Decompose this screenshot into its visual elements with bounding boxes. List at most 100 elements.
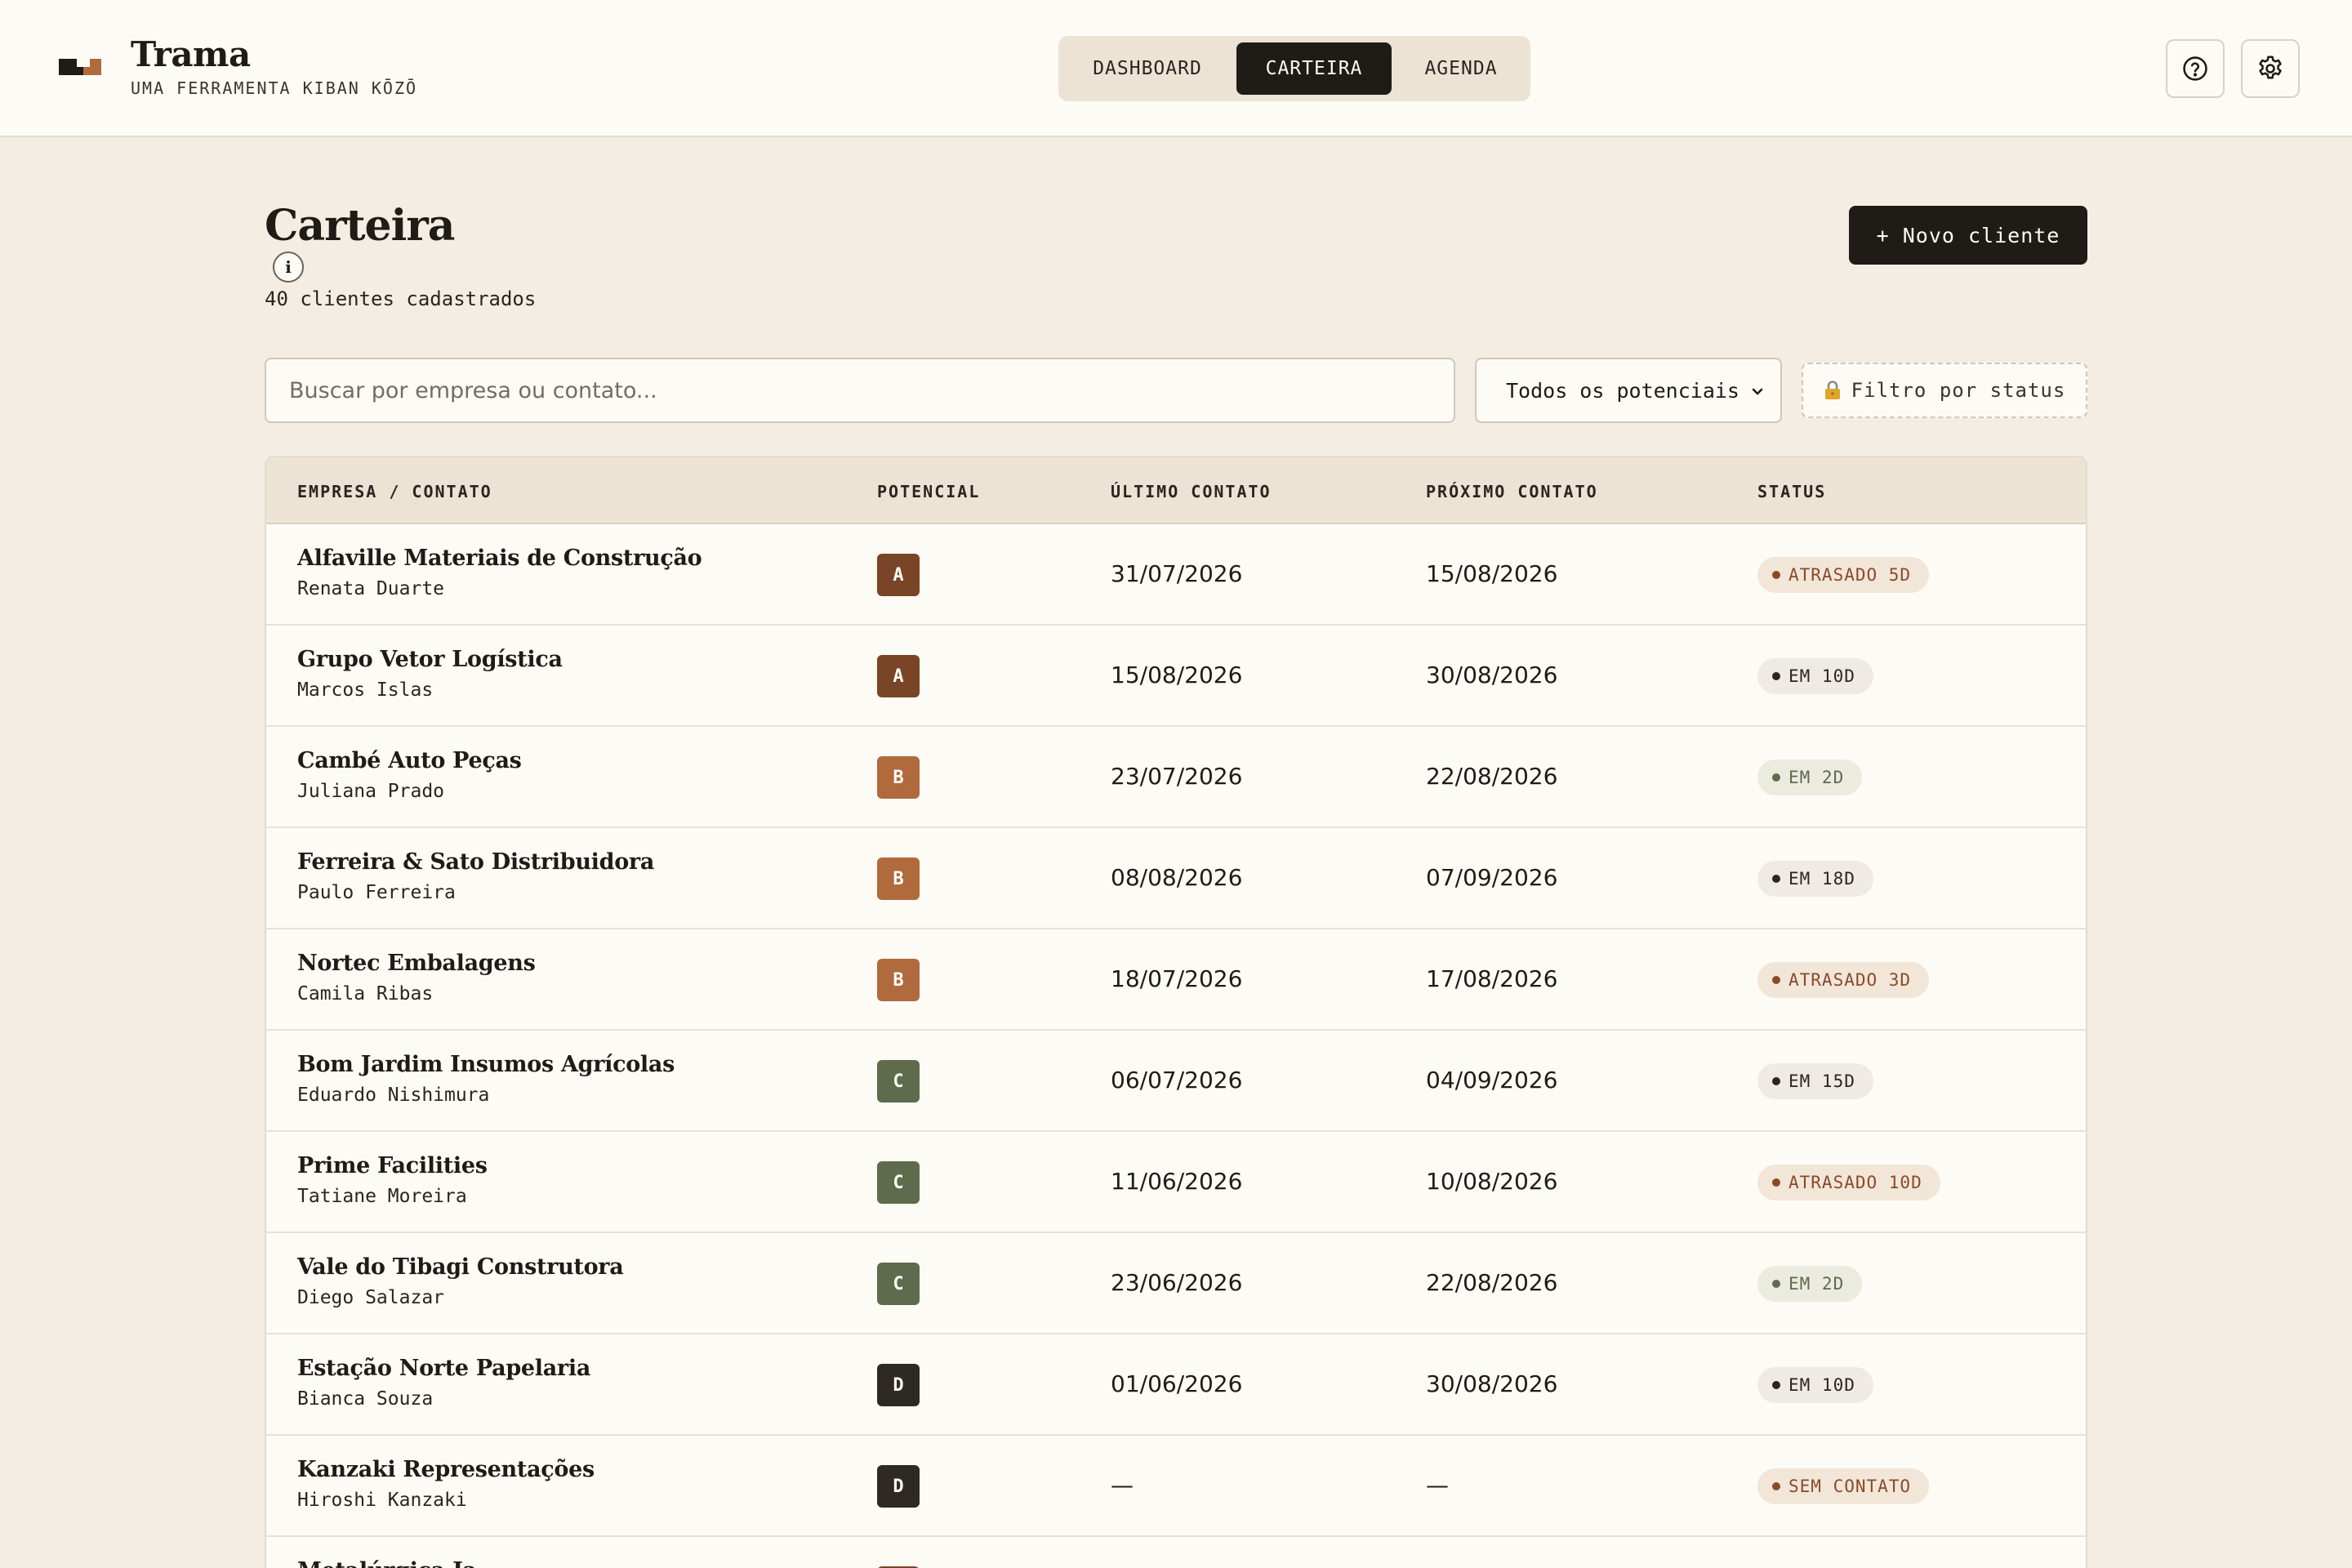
table-row[interactable]: Bom Jardim Insumos Agrícolas Eduardo Nish… (266, 1031, 2086, 1132)
contact-name: Bianca Souza (297, 1388, 434, 1410)
company-name[interactable]: Alfaville Materiais de Construção (297, 546, 702, 571)
contact-name: Hiroshi Kanzaki (297, 1490, 467, 1511)
brand-name: Trama (131, 34, 251, 74)
contact-name: Renata Duarte (297, 578, 445, 599)
help-button[interactable] (2166, 39, 2225, 98)
potential-badge: C (877, 1060, 920, 1102)
last-contact-date: 06/07/2026 (1111, 1067, 1243, 1094)
lock-icon (1824, 381, 1840, 399)
column-header-status[interactable]: STATUS (1757, 482, 1826, 501)
status-badge: EM 2D (1757, 760, 1863, 795)
status-badge: ATRASADO 5D (1757, 557, 1930, 593)
logo-icon (59, 57, 101, 77)
new-client-button[interactable]: + Novo cliente (1849, 206, 2087, 265)
last-contact-date: 15/08/2026 (1111, 662, 1243, 688)
company-name[interactable]: Metalúrgica Ja (297, 1558, 477, 1568)
company-name[interactable]: Kanzaki Representações (297, 1457, 595, 1482)
next-contact-date: 15/08/2026 (1426, 560, 1558, 587)
tab-agenda[interactable]: AGENDA (1403, 42, 1519, 95)
next-contact-date: 04/09/2026 (1426, 1067, 1558, 1094)
status-dot-icon (1772, 1077, 1780, 1085)
last-contact-date: 11/06/2026 (1111, 1168, 1243, 1195)
status-badge: ATRASADO 3D (1757, 962, 1930, 998)
status-dot-icon (1772, 672, 1780, 680)
status-text: EM 2D (1788, 1274, 1845, 1294)
status-badge: EM 10D (1757, 1367, 1873, 1403)
status-dot-icon (1772, 1381, 1780, 1389)
status-filter: Filtro por status (1802, 363, 2087, 418)
status-badge: EM 15D (1757, 1063, 1873, 1099)
potential-select-value: Todos os potenciais (1506, 378, 1740, 403)
table-row[interactable]: Alfaville Materiais de Construção Renata … (266, 524, 2086, 626)
status-text: EM 10D (1788, 666, 1855, 686)
company-name[interactable]: Vale do Tibagi Construtora (297, 1254, 624, 1280)
table-row[interactable]: Estação Norte Papelaria Bianca Souza D 01/0… (266, 1334, 2086, 1436)
company-name[interactable]: Prime Facilities (297, 1153, 488, 1178)
contact-name: Marcos Islas (297, 679, 434, 701)
chevron-down-icon (1752, 388, 1763, 395)
company-name[interactable]: Bom Jardim Insumos Agrícolas (297, 1052, 675, 1077)
status-dot-icon (1772, 1482, 1780, 1490)
status-text: ATRASADO 3D (1788, 970, 1912, 990)
next-contact-date: 07/09/2026 (1426, 864, 1558, 891)
potential-badge: D (877, 1465, 920, 1508)
settings-button[interactable] (2241, 39, 2300, 98)
next-contact-date: 22/08/2026 (1426, 763, 1558, 790)
status-filter-label: Filtro por status (1851, 379, 2066, 402)
table-row[interactable]: Cambé Auto Peças Juliana Prado B 23/07/2026… (266, 727, 2086, 828)
status-dot-icon (1772, 1280, 1780, 1288)
table-row[interactable]: Vale do Tibagi Construtora Diego Salazar C… (266, 1233, 2086, 1334)
next-contact-date: 17/08/2026 (1426, 965, 1558, 992)
table-row[interactable]: Ferreira & Sato Distribuidora Paulo Ferre… (266, 828, 2086, 929)
potential-badge: A (877, 655, 920, 697)
status-badge: EM 2D (1757, 1266, 1863, 1302)
company-name[interactable]: Ferreira & Sato Distribuidora (297, 849, 654, 875)
next-contact-date: 10/08/2026 (1426, 1168, 1558, 1195)
company-name[interactable]: Grupo Vetor Logística (297, 647, 563, 672)
status-badge: EM 18D (1757, 861, 1873, 897)
tab-carteira[interactable]: CARTEIRA (1236, 42, 1392, 95)
contact-name: Paulo Ferreira (297, 882, 456, 903)
status-badge: SEM CONTATO (1757, 1468, 1930, 1504)
contact-name: Juliana Prado (297, 781, 445, 802)
status-text: ATRASADO 10D (1788, 1173, 1922, 1192)
table-row[interactable]: Prime Facilities Tatiane Moreira C 11/06/20… (266, 1132, 2086, 1233)
status-dot-icon (1772, 976, 1780, 984)
search-input[interactable] (265, 358, 1455, 423)
main-nav: DASHBOARD CARTEIRA AGENDA (1058, 36, 1530, 101)
column-header-potential[interactable]: POTENCIAL (877, 482, 980, 501)
potential-badge: B (877, 756, 920, 799)
contact-name: Camila Ribas (297, 983, 434, 1004)
potential-badge: C (877, 1263, 920, 1305)
info-icon[interactable]: i (273, 252, 304, 283)
client-count: 40 clientes cadastrados (265, 287, 537, 310)
top-bar: Trama UMA FERRAMENTA KIBAN KŌZŌ DASHBOAR… (0, 0, 2352, 137)
next-contact-date: 30/08/2026 (1426, 662, 1558, 688)
next-contact-date: 22/08/2026 (1426, 1269, 1558, 1296)
status-dot-icon (1772, 571, 1780, 579)
status-text: EM 18D (1788, 869, 1855, 889)
company-name[interactable]: Cambé Auto Peças (297, 748, 522, 773)
last-contact-date: 23/06/2026 (1111, 1269, 1243, 1296)
potential-badge: A (877, 554, 920, 596)
contact-name: Tatiane Moreira (297, 1186, 467, 1207)
column-header-next-contact[interactable]: PRÓXIMO CONTATO (1426, 482, 1598, 501)
status-dot-icon (1772, 773, 1780, 782)
tab-dashboard[interactable]: DASHBOARD (1071, 42, 1223, 95)
table-row[interactable]: Nortec Embalagens Camila Ribas B 18/07/2026… (266, 929, 2086, 1031)
table-row[interactable]: Grupo Vetor Logística Marcos Islas A 15/08/… (266, 626, 2086, 727)
column-header-last-contact[interactable]: ÚLTIMO CONTATO (1111, 482, 1272, 501)
company-name[interactable]: Estação Norte Papelaria (297, 1356, 590, 1381)
last-contact-date: 01/06/2026 (1111, 1370, 1243, 1397)
status-text: EM 2D (1788, 768, 1845, 787)
column-header-company[interactable]: EMPRESA / CONTATO (297, 482, 492, 501)
last-contact-date: 08/08/2026 (1111, 864, 1243, 891)
table-row[interactable]: Metalúrgica JaA (266, 1537, 2086, 1568)
company-name[interactable]: Nortec Embalagens (297, 951, 536, 976)
last-contact-date: 18/07/2026 (1111, 965, 1243, 992)
gear-icon (2259, 56, 2282, 79)
table-row[interactable]: Kanzaki Representações Hiroshi Kanzaki D — —… (266, 1436, 2086, 1537)
potential-select[interactable]: Todos os potenciais (1475, 358, 1782, 423)
brand-subtitle: UMA FERRAMENTA KIBAN KŌZŌ (131, 78, 418, 98)
potential-badge: B (877, 858, 920, 900)
